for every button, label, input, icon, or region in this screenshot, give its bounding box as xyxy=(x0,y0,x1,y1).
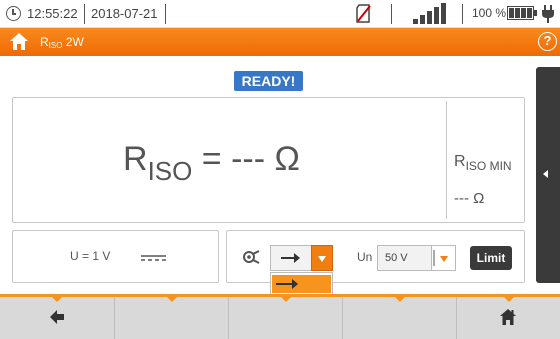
status-time: 12:55:22 xyxy=(27,6,78,21)
result-panel: RISO = --- Ω RISO MIN --- Ω xyxy=(12,97,525,223)
help-icon[interactable]: ? xyxy=(538,32,557,51)
battery-percent: 100 % xyxy=(472,6,507,20)
battery-icon xyxy=(507,6,537,20)
chevron-left-icon xyxy=(543,170,548,178)
un-select-dropdown-button[interactable] xyxy=(432,245,456,271)
title-bar: RISO 2W ? xyxy=(0,28,560,56)
plug-icon xyxy=(542,5,554,23)
nav-notch xyxy=(166,297,177,302)
rmin-label: RISO MIN xyxy=(454,153,512,173)
result-symbol-subscript: ISO xyxy=(147,156,193,186)
status-badge: READY! xyxy=(234,71,303,91)
status-date: 2018-07-21 xyxy=(91,6,158,21)
title-symbol: R xyxy=(40,35,49,49)
rmin-subscript: ISO MIN xyxy=(465,159,512,173)
nav-home-button[interactable] xyxy=(457,297,560,339)
title-suffix: 2W xyxy=(62,35,84,49)
bottom-nav xyxy=(0,294,560,339)
title-subscript: ISO xyxy=(48,41,63,50)
chevron-down-icon xyxy=(318,256,326,262)
status-divider xyxy=(462,4,463,24)
un-voltage-select[interactable]: 50 V xyxy=(377,245,456,271)
status-divider xyxy=(84,4,85,24)
status-divider xyxy=(391,4,392,24)
nav-slot-2[interactable] xyxy=(115,297,229,339)
rmin-symbol: R xyxy=(454,153,466,170)
nav-notch xyxy=(52,297,62,302)
chevron-down-icon xyxy=(440,256,448,262)
home-icon xyxy=(500,309,516,325)
signal-icon xyxy=(413,3,446,24)
probe-icon xyxy=(243,250,260,264)
un-label: Un xyxy=(357,250,373,264)
nav-notch xyxy=(280,297,291,302)
result-symbol: R xyxy=(123,140,148,178)
mode-select-dropdown-button[interactable] xyxy=(311,245,333,271)
nav-notch xyxy=(503,297,514,302)
nav-slot-4[interactable] xyxy=(343,297,457,339)
voltage-panel: U = 1 V xyxy=(12,230,219,283)
voltage-readout: U = 1 V xyxy=(70,249,111,263)
rmin-value: --- Ω xyxy=(454,190,485,207)
result-value: = --- Ω xyxy=(192,140,300,178)
mode-select-field[interactable] xyxy=(270,245,313,271)
side-panel-tab[interactable] xyxy=(536,67,560,283)
clock-icon xyxy=(6,6,21,21)
page-title: RISO 2W xyxy=(40,35,84,50)
status-bar: 12:55:22 2018-07-21 100 % xyxy=(0,0,560,28)
back-arrow-icon xyxy=(50,310,64,324)
sd-card-icon xyxy=(356,4,371,23)
status-divider xyxy=(165,4,166,24)
mode-option-continuous[interactable] xyxy=(272,275,331,293)
home-icon[interactable] xyxy=(9,32,29,51)
main-result: RISO = --- Ω xyxy=(123,140,300,186)
dc-symbol-icon xyxy=(141,255,166,261)
measurement-mode-select[interactable] xyxy=(270,245,333,271)
nav-back-button[interactable] xyxy=(0,297,115,339)
nav-notch xyxy=(394,297,405,302)
select-divider xyxy=(433,250,435,266)
arrow-right-icon xyxy=(281,253,300,263)
limit-button[interactable]: Limit xyxy=(470,246,512,270)
un-select-field[interactable]: 50 V xyxy=(377,245,432,271)
arrow-right-icon xyxy=(276,279,298,289)
result-divider xyxy=(446,101,447,219)
nav-slot-3[interactable] xyxy=(229,297,343,339)
